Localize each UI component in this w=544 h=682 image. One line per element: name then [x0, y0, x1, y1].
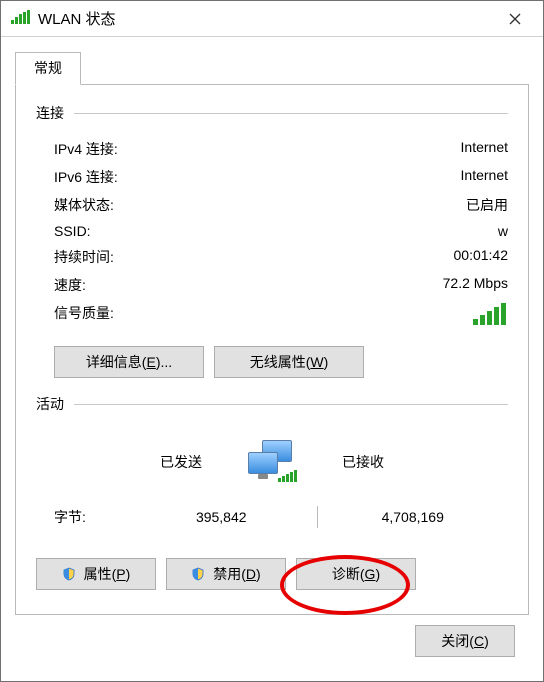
activity-center-icon	[232, 440, 312, 484]
diagnose-button-suffix: )	[375, 566, 380, 582]
monitors-icon	[248, 440, 296, 484]
window-title: WLAN 状态	[38, 8, 491, 29]
close-button[interactable]: 关闭(C)	[415, 625, 515, 657]
ipv6-label: IPv6 连接:	[54, 167, 118, 187]
dialog-footer: 关闭(C)	[15, 615, 529, 671]
row-ssid: SSID: w	[36, 219, 508, 243]
details-button[interactable]: 详细信息(E)...	[54, 346, 204, 378]
signal-strength-icon	[11, 10, 30, 27]
bytes-label: 字节:	[36, 507, 126, 527]
row-media: 媒体状态: 已启用	[36, 191, 508, 219]
wireless-button-key: W	[310, 354, 323, 370]
row-signal: 信号质量:	[36, 299, 508, 332]
row-speed: 速度: 72.2 Mbps	[36, 271, 508, 299]
properties-button-key: P	[116, 566, 125, 582]
divider	[74, 404, 508, 405]
signal-label: 信号质量:	[54, 303, 114, 328]
properties-button-prefix: 属性(	[84, 566, 117, 582]
wireless-properties-button[interactable]: 无线属性(W)	[214, 346, 364, 378]
details-button-key: E	[146, 354, 155, 370]
activity-area: 已发送 已接收 字节: 395,842 4,7	[36, 432, 508, 528]
general-tabpanel: 连接 IPv4 连接: Internet IPv6 连接: Internet 媒…	[15, 84, 529, 615]
connection-buttons: 详细信息(E)... 无线属性(W)	[54, 346, 508, 378]
close-button-prefix: 关闭(	[441, 633, 474, 649]
duration-value: 00:01:42	[454, 247, 509, 267]
bytes-row: 字节: 395,842 4,708,169	[36, 488, 508, 528]
signal-bars-icon	[473, 303, 506, 325]
duration-label: 持续时间:	[54, 247, 114, 267]
properties-button[interactable]: 属性(P)	[36, 558, 156, 590]
speed-label: 速度:	[54, 275, 86, 295]
disable-button-suffix: )	[256, 566, 261, 582]
speed-value: 72.2 Mbps	[443, 275, 508, 295]
divider	[74, 113, 508, 114]
ipv4-label: IPv4 连接:	[54, 139, 118, 159]
ssid-value: w	[498, 223, 508, 239]
tab-general[interactable]: 常规	[15, 52, 81, 85]
tab-strip: 常规	[15, 51, 529, 84]
close-icon	[509, 13, 521, 25]
disable-button-key: D	[246, 566, 256, 582]
received-label: 已接收	[312, 452, 508, 472]
row-ipv6: IPv6 连接: Internet	[36, 163, 508, 191]
connection-group-label: 连接	[36, 103, 74, 123]
ipv6-value: Internet	[461, 167, 508, 187]
close-button-key: C	[474, 633, 484, 649]
titlebar: WLAN 状态	[1, 1, 543, 37]
shield-icon	[62, 568, 80, 584]
client-area: 常规 连接 IPv4 连接: Internet IPv6 连接: Interne…	[1, 37, 543, 681]
signal-value	[473, 303, 506, 328]
wireless-button-prefix: 无线属性(	[250, 354, 311, 370]
activity-header-row: 已发送 已接收	[36, 432, 508, 488]
details-button-suffix: )...	[156, 354, 172, 370]
sent-label: 已发送	[36, 452, 232, 472]
activity-group-label: 活动	[36, 394, 74, 414]
connection-group-header: 连接	[36, 103, 508, 123]
row-ipv4: IPv4 连接: Internet	[36, 135, 508, 163]
media-value: 已启用	[466, 195, 508, 215]
mini-signal-icon	[278, 470, 297, 482]
activity-buttons: 属性(P) 禁用(D) 诊断(G)	[36, 558, 508, 590]
close-button-suffix: )	[484, 633, 489, 649]
disable-button[interactable]: 禁用(D)	[166, 558, 286, 590]
shield-icon	[191, 568, 209, 584]
bytes-sent-value: 395,842	[126, 509, 317, 525]
window-close-button[interactable]	[491, 1, 539, 36]
wireless-button-suffix: )	[324, 354, 329, 370]
diagnose-button-key: G	[365, 566, 376, 582]
diagnose-button-prefix: 诊断(	[332, 566, 365, 582]
wlan-status-dialog: WLAN 状态 常规 连接 IPv4 连接: Internet IPv6 连接:…	[0, 0, 544, 682]
properties-button-suffix: )	[126, 566, 131, 582]
row-duration: 持续时间: 00:01:42	[36, 243, 508, 271]
ipv4-value: Internet	[461, 139, 508, 159]
details-button-prefix: 详细信息(	[86, 354, 147, 370]
ssid-label: SSID:	[54, 223, 91, 239]
activity-group-header: 活动	[36, 394, 508, 414]
media-label: 媒体状态:	[54, 195, 114, 215]
diagnose-button[interactable]: 诊断(G)	[296, 558, 416, 590]
bytes-received-value: 4,708,169	[318, 509, 509, 525]
disable-button-prefix: 禁用(	[213, 566, 246, 582]
